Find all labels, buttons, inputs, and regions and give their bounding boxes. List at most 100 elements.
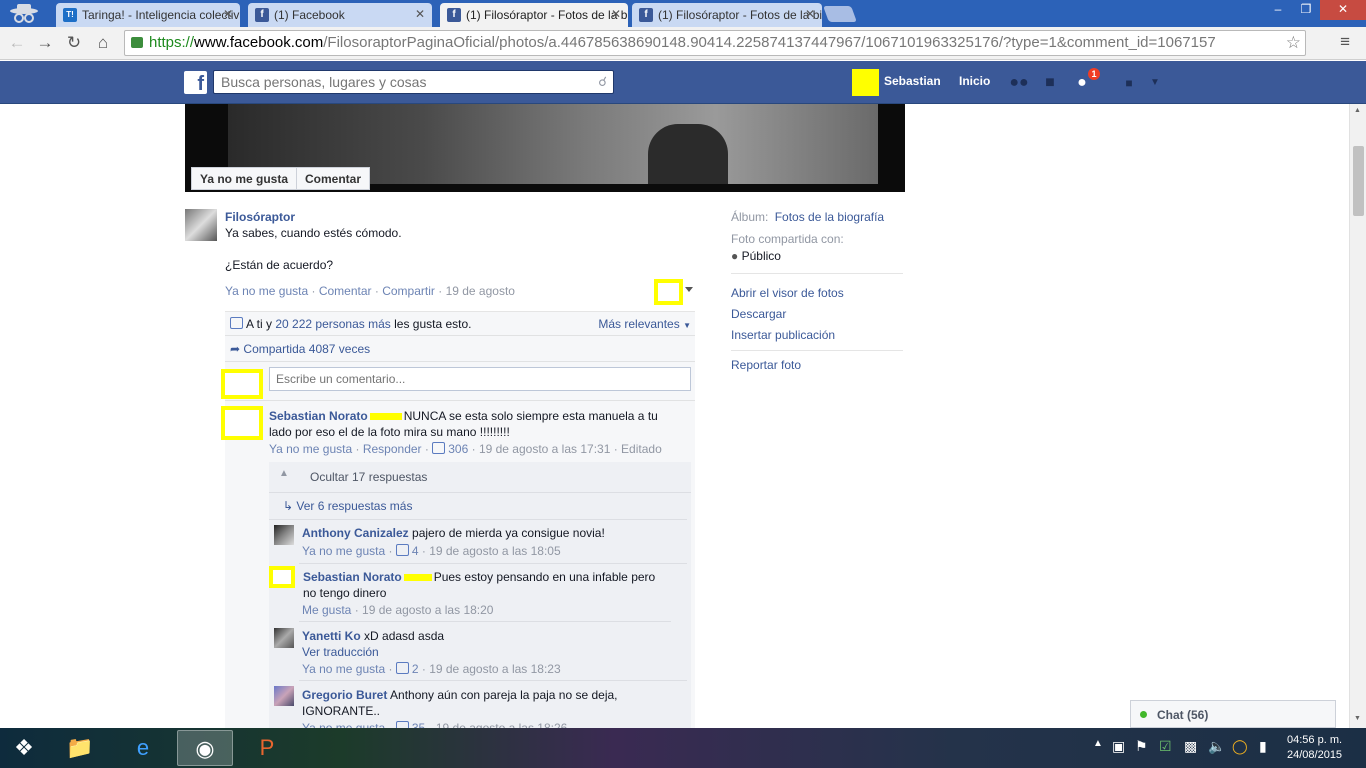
account-menu-chevron-down-icon[interactable]: ▼ [1144,74,1166,92]
embed-post-link[interactable]: Insertar publicación [731,328,835,342]
network-signal-icon[interactable]: ▩ [1184,738,1197,755]
see-translation-link[interactable]: Ver traducción [302,645,379,659]
facebook-logo-icon[interactable]: f [184,71,207,94]
page-avatar[interactable] [185,209,217,241]
tab-close-icon[interactable]: ✕ [611,7,621,21]
chat-sidebar-button[interactable]: Chat (56) [1130,700,1336,728]
reload-icon[interactable]: ↻ [63,32,85,54]
search-icon[interactable]: ☌ [598,74,607,90]
tray-expand-icon[interactable]: ▲ [1093,738,1103,749]
search-input[interactable] [214,71,584,93]
taskbar-clock[interactable]: 04:56 p. m. 24/08/2015 [1287,733,1342,763]
volume-icon[interactable]: 🔈 [1208,738,1225,755]
reply-link[interactable]: Responder [363,442,422,456]
tab-close-icon[interactable]: ✕ [805,7,815,21]
reply-likes-count[interactable]: 2 [395,662,419,676]
post-text-line: Ya sabes, cuando estés cómodo. [225,226,402,240]
reply-avatar[interactable] [274,525,294,545]
commenter-avatar [221,369,263,399]
tab-close-icon[interactable]: ✕ [223,7,233,21]
forward-arrow-icon[interactable]: → [34,32,56,54]
reply-avatar[interactable] [274,686,294,706]
tab-filosoraptor-active[interactable]: f (1) Filosóraptor - Fotos de la biograf… [440,3,628,27]
tab-close-icon[interactable]: ✕ [415,7,425,21]
tray-windows-icon[interactable]: ▣ [1112,738,1125,755]
profile-link[interactable]: Sebastian [884,74,941,88]
photo-comment-button[interactable]: Comentar [296,167,371,190]
start-windows-icon[interactable]: ❖ [0,730,48,766]
scroll-up-icon[interactable]: ▲ [1354,107,1361,114]
comment-body: Sebastian Norato NUNCA se esta solo siemp… [269,408,689,440]
page-scrollbar[interactable]: ▲ ▼ [1349,104,1366,728]
like-thumb-icon [395,544,409,556]
scroll-down-icon[interactable]: ▼ [1354,715,1361,722]
post-options-button[interactable] [654,279,683,305]
home-icon[interactable]: ⌂ [92,32,114,54]
reply-author-link[interactable]: Yanetti Ko [302,629,361,643]
security-shield-icon[interactable]: ☑ [1159,738,1172,755]
reply-body: Anthony Canizalez pajero de mierda ya co… [302,526,682,540]
app-tray-icon[interactable]: ◯ [1232,738,1248,755]
reply-likes-count[interactable]: 4 [395,544,419,558]
reply-unlike-link[interactable]: Ya no me gusta [302,544,385,558]
comment-likes-count[interactable]: 306 [432,442,468,456]
reply-unlike-link[interactable]: Ya no me gusta [302,662,385,676]
download-link[interactable]: Descargar [731,307,786,321]
user-avatar[interactable] [852,69,879,96]
comment-unlike-link[interactable]: Ya no me gusta [269,442,352,456]
sort-comments-dropdown[interactable]: Más relevantes ▼ [598,317,691,331]
restore-icon[interactable]: ❐ [1292,0,1320,20]
comment-author-link[interactable]: Sebastian Norato [269,409,368,423]
messages-icon[interactable]: ■ [1039,74,1061,92]
tab-facebook[interactable]: f (1) Facebook ✕ [248,3,432,27]
reply-meta: Me gusta · 19 de agosto a las 18:20 [302,603,494,617]
powerpoint-icon[interactable]: P [239,730,295,766]
action-center-flag-icon[interactable]: ⚑ [1135,738,1148,755]
back-arrow-icon[interactable]: ← [6,32,28,54]
tab-taringa[interactable]: T! Taringa! - Inteligencia colectiva ✕ [56,3,240,27]
reply-text: xD adasd asda [364,629,445,643]
chrome-menu-icon[interactable]: ≡ [1340,32,1350,52]
likes-people-link[interactable]: 20 222 personas más [275,317,390,331]
tab-filosoraptor[interactable]: f (1) Filosóraptor - Fotos de la biograf… [632,3,822,27]
photo-unlike-button[interactable]: Ya no me gusta [191,167,298,190]
comment-avatar[interactable] [221,406,263,440]
chevron-down-icon: ▼ [683,321,691,330]
share-link[interactable]: Compartir [382,284,435,298]
reply-like-link[interactable]: Me gusta [302,603,351,617]
chevron-up-icon[interactable]: ▲ [279,468,289,479]
scroll-thumb[interactable] [1353,146,1364,216]
reply-author-link[interactable]: Gregorio Buret [302,688,387,702]
bookmark-star-icon[interactable]: ☆ [1286,31,1301,55]
redacted-mark [403,574,432,581]
privacy-shortcuts-icon[interactable]: ■ [1118,74,1140,92]
open-viewer-link[interactable]: Abrir el visor de fotos [731,286,844,300]
shares-link[interactable]: ➦ Compartida 4087 veces [225,342,695,356]
post-author-link[interactable]: Filosóraptor [225,210,295,224]
comment-link[interactable]: Comentar [319,284,372,298]
chrome-taskbar-icon[interactable]: ◉ [177,730,233,766]
new-tab-button[interactable] [823,6,857,22]
reply-avatar[interactable] [274,628,294,648]
reply-meta: Ya no me gusta · 2 · 19 de agosto a las … [302,662,561,676]
post-options-chevron-down-icon[interactable] [685,287,693,292]
unlike-link[interactable]: Ya no me gusta [225,284,308,298]
comment-input[interactable] [269,367,691,391]
internet-explorer-icon[interactable]: e [115,730,171,766]
reply-body: Sebastian Norato Pues estoy pensando en u… [303,569,683,601]
home-link[interactable]: Inicio [959,74,990,88]
minimize-icon[interactable]: ‒ [1264,0,1292,20]
friend-requests-icon[interactable]: ●● [1008,74,1030,92]
album-row: Álbum: Fotos de la biografía [731,210,884,224]
address-bar[interactable]: https://www.facebook.com/FilosoraptorPag… [124,30,1306,56]
hide-replies-link[interactable]: Ocultar 17 respuestas [310,470,427,484]
reply-avatar[interactable] [269,566,295,588]
reply-author-link[interactable]: Sebastian Norato [303,570,402,584]
file-explorer-icon[interactable]: 📁 [52,730,108,766]
more-replies-link[interactable]: ↳ Ver 6 respuestas más [283,499,412,513]
report-photo-link[interactable]: Reportar foto [731,358,801,372]
reply-author-link[interactable]: Anthony Canizalez [302,526,409,540]
battery-icon[interactable]: ▮ [1259,738,1267,755]
close-window-icon[interactable]: ✕ [1320,0,1366,20]
album-link[interactable]: Fotos de la biografía [775,210,884,224]
